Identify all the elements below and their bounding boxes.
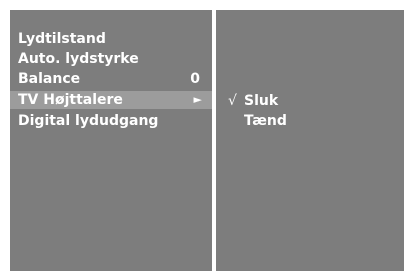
balance-value: 0	[190, 71, 200, 87]
option-sluk[interactable]: √ Sluk	[228, 92, 278, 110]
sound-menu-panel: Lydtilstand Auto. lydstyrke Balance 0 TV…	[10, 10, 212, 271]
tv-speakers-submenu-panel: √ Sluk Tænd	[216, 10, 404, 271]
menu-item-label: Balance	[18, 71, 81, 87]
menu-item-label: TV Højttalere	[18, 92, 123, 108]
menu-item-tv-hojttalere[interactable]: TV Højttalere ►	[10, 91, 212, 109]
menu-item-lydtilstand[interactable]: Lydtilstand	[18, 30, 204, 48]
menu-item-label: Lydtilstand	[18, 31, 106, 47]
option-label: Tænd	[244, 113, 287, 129]
option-label: Sluk	[244, 93, 279, 109]
checkmark-icon: √	[228, 93, 237, 109]
option-taend[interactable]: Tænd	[228, 112, 287, 130]
menu-item-label: Digital lydudgang	[18, 113, 159, 129]
menu-item-auto-lydstyrke[interactable]: Auto. lydstyrke	[18, 50, 204, 68]
menu-item-balance[interactable]: Balance 0	[18, 70, 204, 88]
submenu-arrow-icon: ►	[193, 93, 202, 106]
menu-item-label: Auto. lydstyrke	[18, 51, 139, 67]
menu-item-digital-lydudgang[interactable]: Digital lydudgang	[18, 112, 204, 130]
tv-osd-menu: Lydtilstand Auto. lydstyrke Balance 0 TV…	[0, 0, 406, 279]
